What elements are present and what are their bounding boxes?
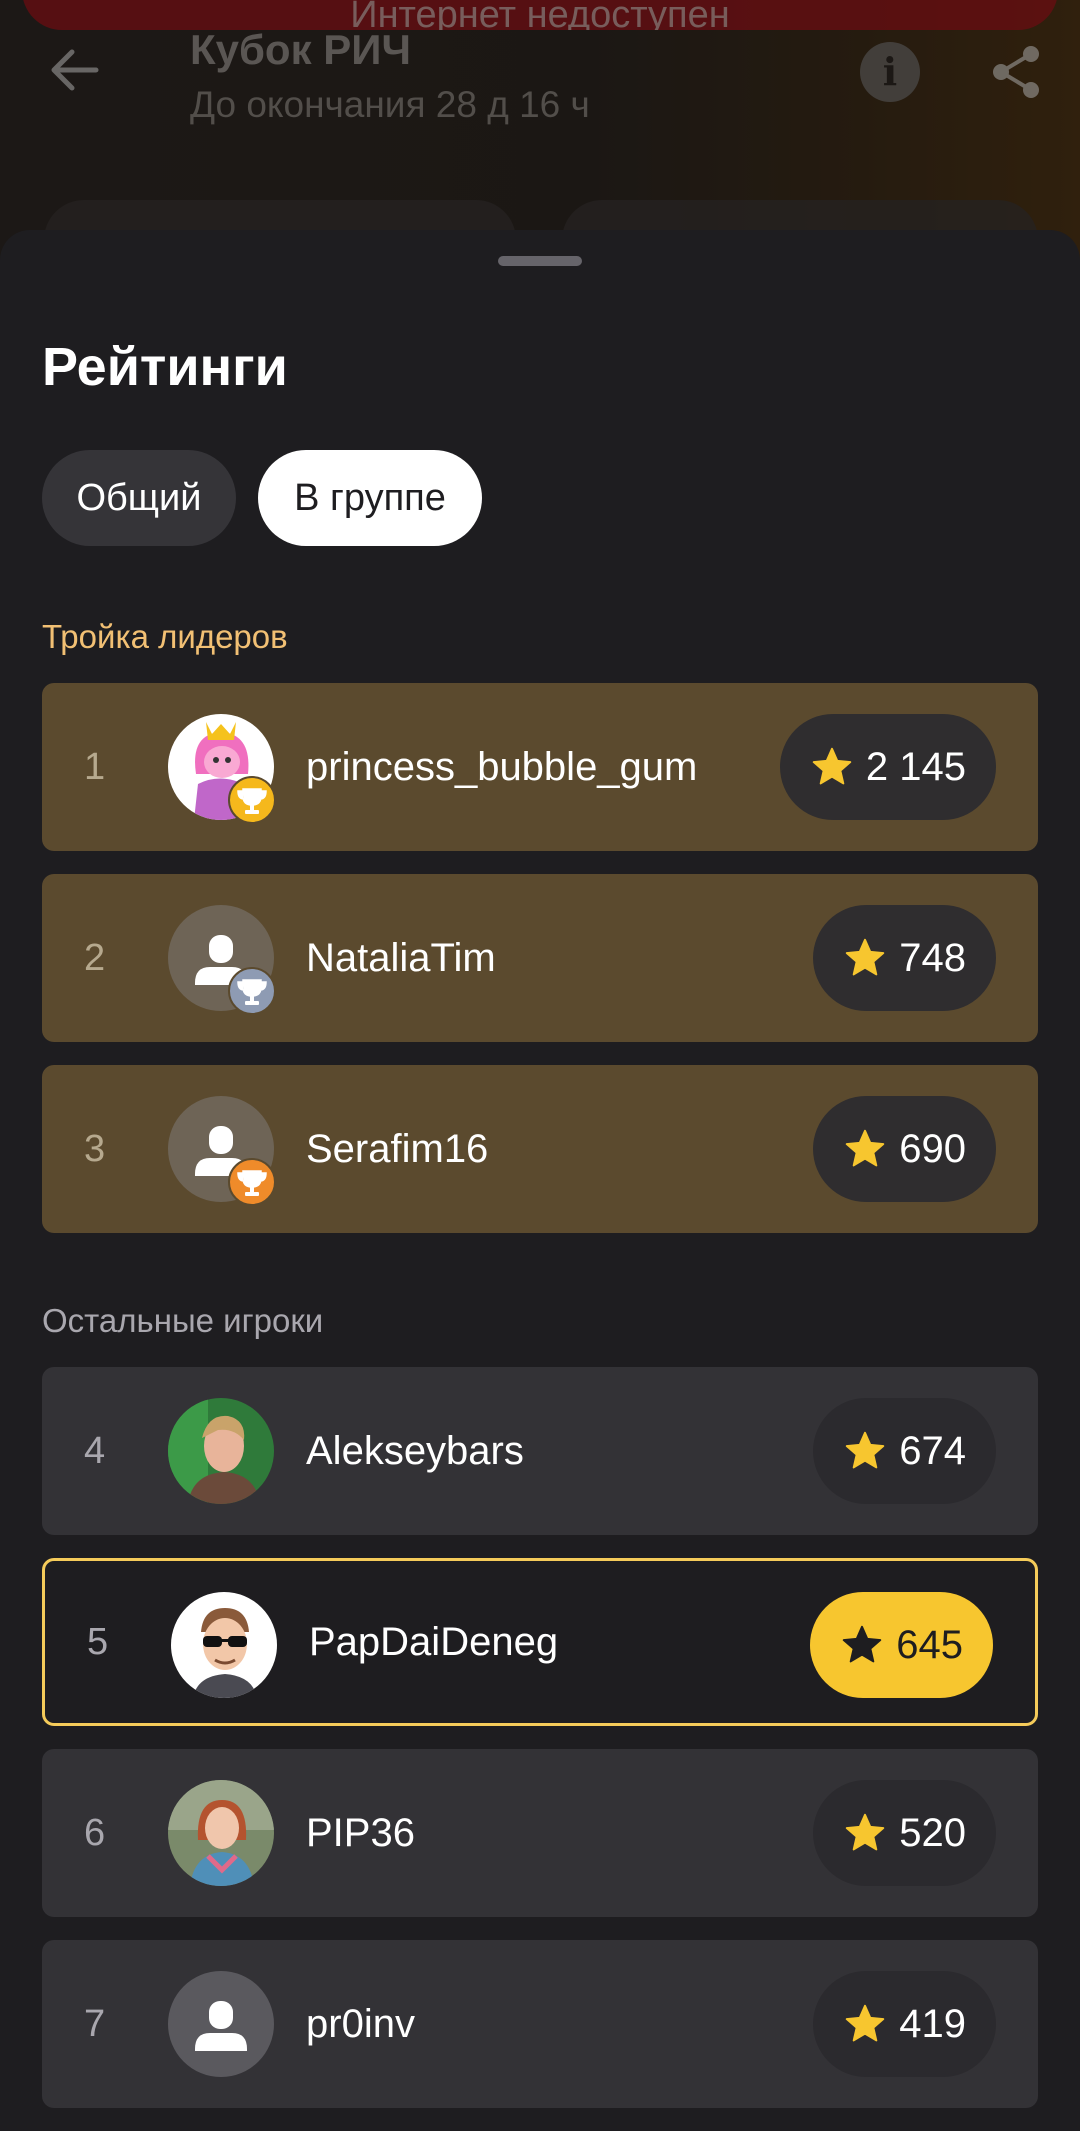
star-icon	[846, 938, 885, 976]
username: princess_bubble_gum	[306, 744, 698, 789]
bronze-trophy-icon	[228, 1158, 276, 1206]
score-badge: 520	[813, 1780, 996, 1886]
star-icon	[843, 1625, 882, 1663]
username: Serafim16	[306, 1126, 489, 1171]
star-icon	[846, 2004, 885, 2042]
rank-number: 7	[84, 2002, 106, 2045]
rank-number: 4	[84, 1429, 106, 1472]
rank-number: 3	[84, 1127, 106, 1170]
score-value: 520	[899, 1810, 966, 1855]
leader-row[interactable]: 2 NataliaTim 748	[42, 874, 1038, 1042]
score-value: 748	[899, 935, 966, 980]
score-value: 674	[899, 1428, 966, 1473]
username: PIP36	[306, 1810, 415, 1855]
leader-row[interactable]: 1 princess_bubble_gum 2 145	[42, 683, 1038, 851]
score-value: 645	[896, 1622, 963, 1667]
username: Alekseybars	[306, 1428, 524, 1473]
others-section-label: Остальные игроки	[42, 1302, 324, 1339]
leader-row[interactable]: 3 Serafim16 690	[42, 1065, 1038, 1233]
cartoon-sunglasses-avatar	[171, 1592, 277, 1698]
ratings-bottom-sheet: Рейтинги Общий В группе Тройка лидеров 1…	[0, 230, 1080, 2131]
rank-number: 6	[84, 1811, 106, 1854]
rank-number: 5	[87, 1620, 109, 1663]
tab-in-group[interactable]: В группе	[258, 450, 482, 546]
star-icon	[846, 1431, 885, 1469]
rank-number: 2	[84, 936, 106, 979]
player-row[interactable]: 6 PIP36 520	[42, 1749, 1038, 1917]
gold-trophy-icon	[228, 776, 276, 824]
sheet-title: Рейтинги	[42, 337, 288, 397]
tab-general[interactable]: Общий	[42, 450, 236, 546]
username: PapDaiDeneg	[309, 1619, 559, 1664]
star-icon	[846, 1813, 885, 1851]
score-value: 419	[899, 2001, 966, 2046]
leaders-section-label: Тройка лидеров	[42, 618, 288, 655]
score-value: 2 145	[865, 744, 966, 789]
current-user-row[interactable]: 5 PapDaiDeneg 645	[42, 1558, 1038, 1726]
player-row[interactable]: 4 Alekseybars 674	[42, 1367, 1038, 1535]
score-badge: 2 145	[779, 714, 996, 820]
score-value: 690	[899, 1126, 966, 1171]
username: pr0inv	[306, 2001, 415, 2046]
default-user-avatar	[168, 1971, 274, 2077]
photo-avatar	[168, 1780, 274, 1886]
drag-handle[interactable]	[498, 256, 582, 266]
my-score-badge: 645	[810, 1592, 993, 1698]
star-icon	[812, 747, 852, 785]
photo-avatar	[168, 1398, 274, 1504]
player-row[interactable]: 7 pr0inv 419	[42, 1940, 1038, 2108]
username: NataliaTim	[306, 935, 496, 980]
score-badge: 748	[813, 905, 996, 1011]
background-page: Интернет недоступен Кубок РИЧ До окончан…	[0, 0, 1080, 280]
dim-overlay	[0, 0, 1080, 260]
star-icon	[846, 1129, 885, 1167]
silver-trophy-icon	[228, 967, 276, 1015]
score-badge: 674	[813, 1398, 996, 1504]
rank-number: 1	[84, 745, 106, 788]
score-badge: 419	[813, 1971, 996, 2077]
score-badge: 690	[813, 1096, 996, 1202]
